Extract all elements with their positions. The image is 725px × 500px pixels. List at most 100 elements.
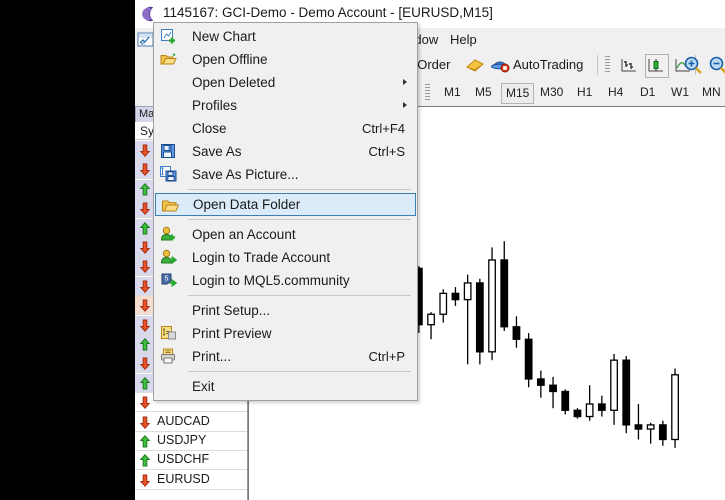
svg-text:5: 5 [165, 276, 169, 283]
table-row[interactable]: USDJPY107.14107.15 [135, 432, 247, 451]
menu-item-close[interactable]: Close Ctrl+F4 [154, 117, 417, 140]
menu-item-shortcut: Ctrl+F4 [362, 117, 405, 140]
autotrading-hat-icon[interactable] [490, 55, 510, 77]
table-row[interactable]: USDCHF0.97170.9718 [135, 451, 247, 470]
timeframe-gripper[interactable] [425, 84, 430, 102]
arrow-down-icon [139, 396, 151, 409]
menu-item-label: Save As [192, 144, 242, 159]
bid-cell: 0.9519 [230, 414, 248, 428]
menu-item-login-to-mql5-community[interactable]: 5 Login to MQL5.community [154, 269, 417, 292]
menu-separator [188, 371, 411, 372]
window-title: 1145167: GCI-Demo - Demo Account - [EURU… [163, 5, 493, 20]
menu-item-save-as[interactable]: Save As Ctrl+S [154, 140, 417, 163]
add-user-icon [160, 226, 177, 243]
arrow-down-icon [139, 319, 151, 332]
bid-cell: 1.1405 [230, 472, 248, 486]
arrow-down-icon [139, 280, 151, 293]
arrow-up-icon [139, 338, 151, 351]
menu-item-new-chart[interactable]: New Chart [154, 25, 417, 48]
menu-item-exit[interactable]: Exit [154, 375, 417, 398]
table-row[interactable]: EURUSD1.14051.1405 [135, 471, 247, 490]
submenu-arrow-icon [403, 79, 407, 85]
table-row[interactable]: AUDCAD0.95190.9520 [135, 413, 247, 432]
submenu-arrow-icon [403, 102, 407, 108]
arrow-up-icon [139, 454, 151, 467]
zoom-out-icon[interactable] [708, 55, 725, 78]
arrow-down-icon [139, 474, 151, 487]
letterbox-left [0, 0, 135, 500]
arrow-up-icon [139, 377, 151, 390]
menu-item-shortcut: Ctrl+P [369, 345, 405, 368]
menu-item-open-an-account[interactable]: Open an Account [154, 223, 417, 246]
menu-item-label: Save As Picture... [192, 167, 299, 182]
printer-icon [160, 348, 177, 365]
menu-separator [188, 295, 411, 296]
menu-item-print-preview[interactable]: Print Preview [154, 322, 417, 345]
save-picture-icon [160, 166, 177, 183]
menu-item-shortcut: Ctrl+S [369, 140, 405, 163]
login-user-icon [160, 249, 177, 266]
bid-cell: 107.14 [230, 433, 248, 447]
arrow-down-icon [139, 299, 151, 312]
menu-item-label: Login to MQL5.community [192, 273, 350, 288]
timeframe-w1[interactable]: W1 [667, 83, 693, 102]
zoom-in-icon[interactable] [683, 55, 703, 78]
menu-item-profiles[interactable]: Profiles [154, 94, 417, 117]
file-menu-list: New Chart Open Offline Open Deleted Profil… [154, 25, 417, 398]
menu-item-save-as-picture[interactable]: Save As Picture... [154, 163, 417, 186]
svg-text:M: M [141, 41, 145, 47]
menu-item-print[interactable]: Print... Ctrl+P [154, 345, 417, 368]
menu-item-label: Print Setup... [192, 303, 270, 318]
menu-item-label: Open an Account [192, 227, 296, 242]
menu-item-login-to-trade-account[interactable]: Login to Trade Account [154, 246, 417, 269]
bar-chart-icon[interactable] [619, 56, 639, 77]
toolbar-separator [597, 55, 598, 75]
timeframe-m15[interactable]: M15 [501, 83, 534, 104]
data-folder-icon [162, 197, 179, 214]
menu-item-label: Close [192, 121, 227, 136]
menu-item-open-deleted[interactable]: Open Deleted [154, 71, 417, 94]
autotrading-label[interactable]: AutoTrading [513, 57, 583, 72]
toolbar-gripper[interactable] [605, 56, 610, 74]
timeframe-m30[interactable]: M30 [536, 83, 567, 102]
symbol-cell: USDJPY [157, 433, 206, 447]
menu-item-label: Login to Trade Account [192, 250, 330, 265]
timeframe-h1[interactable]: H1 [573, 83, 596, 102]
moon-logo-icon [140, 5, 158, 23]
menu-item-open-data-folder[interactable]: Open Data Folder [155, 193, 416, 216]
menu-separator [188, 189, 411, 190]
menu-item-label: Profiles [192, 98, 237, 113]
arrow-down-icon [139, 163, 151, 176]
menu-help[interactable]: Help [442, 30, 485, 49]
candlestick-chart-icon[interactable] [645, 54, 669, 78]
arrow-down-icon [139, 357, 151, 370]
new-order-icon[interactable] [465, 56, 485, 77]
timeframe-h4[interactable]: H4 [604, 83, 627, 102]
arrow-down-icon [139, 241, 151, 254]
arrow-down-icon [139, 416, 151, 429]
menu-item-label: Print Preview [192, 326, 272, 341]
menu-item-open-offline[interactable]: Open Offline [154, 48, 417, 71]
mql5-login-icon: 5 [160, 272, 177, 289]
arrow-up-icon [139, 435, 151, 448]
timeframe-mn[interactable]: MN [698, 83, 725, 102]
menu-item-label: New Chart [192, 29, 256, 44]
floppy-save-icon [160, 143, 177, 160]
bid-cell: 0.9717 [230, 452, 248, 466]
menu-item-label: Open Offline [192, 52, 268, 67]
menu-item-label: Print... [192, 349, 231, 364]
timeframe-m1[interactable]: M1 [440, 83, 465, 102]
symbol-cell: USDCHF [157, 452, 209, 466]
symbol-cell: AUDCAD [157, 414, 210, 428]
menu-item-label: Open Deleted [192, 75, 275, 90]
print-preview-icon [160, 325, 177, 342]
file-menu-dropdown: New Chart Open Offline Open Deleted Profil… [153, 22, 418, 401]
new-chart-icon [160, 28, 177, 45]
open-folder-icon [160, 51, 177, 68]
timeframe-m5[interactable]: M5 [471, 83, 496, 102]
symbol-cell: EURUSD [157, 472, 210, 486]
timeframe-d1[interactable]: D1 [636, 83, 659, 102]
arrow-up-icon [139, 183, 151, 196]
arrow-down-icon [139, 144, 151, 157]
menu-item-print-setup[interactable]: Print Setup... [154, 299, 417, 322]
